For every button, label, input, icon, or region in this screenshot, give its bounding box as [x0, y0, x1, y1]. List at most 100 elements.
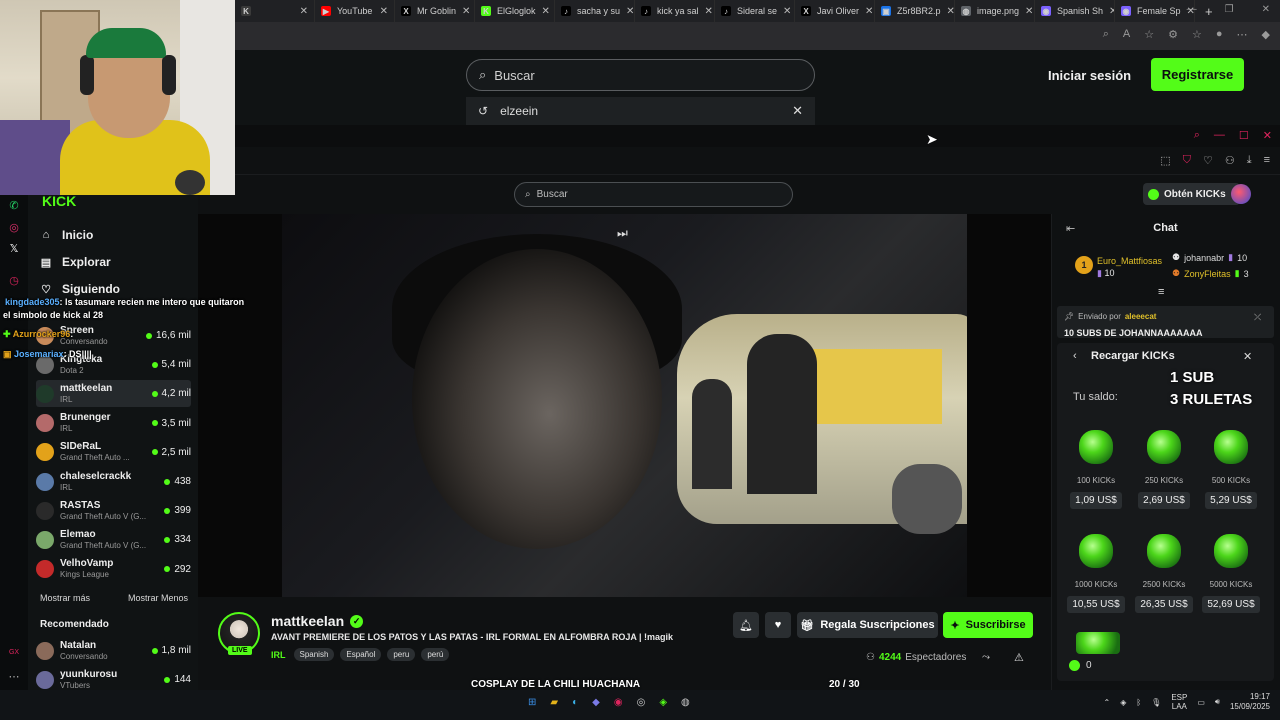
opera-icon[interactable]: ◉ — [614, 697, 623, 708]
browser-tab[interactable]: ♪ sacha y su ✕ — [555, 0, 635, 22]
gift-subs-button[interactable]: 🎁︎ Regala Suscripciones — [797, 612, 938, 638]
unpin-icon[interactable]: ⤫ — [1254, 312, 1261, 323]
clock-icon[interactable]: ◷ — [7, 274, 21, 287]
channel-row[interactable]: VelhoVamp Kings League 292 — [36, 556, 191, 583]
tag[interactable]: Spanish — [293, 648, 335, 661]
browser-tab[interactable]: ▣ Z5r8BR2.p ✕ — [875, 0, 955, 22]
close-tab-icon[interactable]: ✕ — [865, 6, 873, 17]
leaderboard-entry[interactable]: ⚉ ZonyFleitas ▮ 3 — [1172, 268, 1249, 279]
app-icon[interactable]: ◎ — [637, 697, 646, 708]
kick-search-input[interactable]: ⌕ Buscar — [514, 182, 793, 207]
kick-pack[interactable]: 1000 KICKs 10,55 US$ — [1067, 534, 1125, 613]
user-avatar[interactable] — [1231, 184, 1251, 204]
leaderboard-entry[interactable]: ⚉ johannabr ▮ 10 — [1172, 252, 1247, 263]
kick-pack[interactable]: 100 KICKs 1,09 US$ — [1070, 430, 1122, 509]
browser-tab[interactable]: ◉ Female Sp ✕ — [1115, 0, 1195, 22]
mic-icon[interactable]: 🎙︎ — [1151, 698, 1161, 707]
browser-tab[interactable]: K ✕ — [235, 0, 315, 22]
language-indicator[interactable]: ESP LAA — [1171, 693, 1187, 711]
remove-suggestion-icon[interactable]: ✕ — [792, 103, 803, 119]
channel-row[interactable]: Natalan Conversando 1,8 mil — [36, 637, 191, 664]
close-tab-icon[interactable]: ✕ — [462, 6, 470, 17]
gx-icon[interactable]: GX — [7, 649, 21, 656]
account-icon[interactable]: ⚇ — [1225, 154, 1235, 167]
report-icon[interactable]: ⚠ — [1014, 651, 1024, 664]
search-icon[interactable]: ⌕ — [1194, 129, 1200, 142]
show-more-link[interactable]: Mostrar más — [40, 593, 90, 603]
screenshot-icon[interactable]: ⬚ — [1160, 154, 1170, 167]
channel-row[interactable]: Elemao Grand Theft Auto V (G... 334 — [36, 526, 191, 553]
browser-tab[interactable]: X Javi Oliver ✕ — [795, 0, 875, 22]
kick-logo[interactable]: KICK — [42, 193, 76, 209]
sidebar-nav-siguiendo[interactable]: ♡ Siguiendo — [40, 282, 120, 296]
close-tab-icon[interactable]: ✕ — [542, 6, 550, 17]
close-tab-icon[interactable]: ✕ — [380, 6, 388, 17]
close-tab-icon[interactable]: ✕ — [1025, 6, 1033, 17]
collections-icon[interactable]: ☆ — [1192, 28, 1202, 41]
app-icon[interactable]: ◆ — [592, 697, 600, 708]
outer-search-input[interactable]: ⌕ Buscar — [466, 59, 815, 91]
clock[interactable]: 19:17 15/09/2025 — [1230, 692, 1270, 712]
instagram-icon[interactable]: ◎ — [7, 221, 21, 234]
more-icon[interactable]: ⋯ — [7, 670, 21, 683]
close-icon[interactable]: ✕ — [1262, 4, 1270, 15]
minimize-icon[interactable]: — — [1187, 4, 1197, 15]
follow-button[interactable]: ♥ — [765, 612, 791, 638]
pack-price[interactable]: 26,35 US$ — [1135, 596, 1193, 613]
sidebar-nav-inicio[interactable]: ⌂ Inicio — [40, 228, 94, 242]
channel-row[interactable]: mattkeelan IRL 4,2 mil — [36, 380, 191, 408]
channel-row[interactable]: RASTAS Grand Theft Auto V (G... 399 — [36, 497, 191, 524]
video-frame[interactable] — [282, 214, 967, 597]
register-button[interactable]: Registrarse — [1151, 58, 1244, 91]
shield-icon[interactable]: ⛉ — [1183, 154, 1191, 167]
display-icon[interactable]: ▭ — [1197, 698, 1205, 707]
windows-start-icon[interactable]: ⊞ — [528, 697, 536, 708]
zoom-icon[interactable]: ⌕ — [1103, 28, 1109, 41]
extensions-icon[interactable]: ⚙ — [1168, 28, 1178, 41]
search-suggestion[interactable]: ↺ elzeein ✕ — [466, 97, 815, 125]
browser-tab[interactable]: ◉Spanish Sh✕ — [1035, 0, 1115, 22]
close-icon[interactable]: ✕ — [1243, 350, 1252, 363]
kick-pack[interactable]: 500 KICKs 5,29 US$ — [1205, 430, 1257, 509]
favorite-star-icon[interactable]: ☆ — [1144, 28, 1154, 41]
channel-row[interactable]: chaleselcrackk IRL 438 — [36, 468, 191, 495]
close-tab-icon[interactable]: ✕ — [947, 6, 954, 17]
heart-icon[interactable]: ♡ — [1203, 154, 1213, 167]
browser-tab[interactable]: ◍ image.png ✕ — [955, 0, 1035, 22]
streamer-name[interactable]: mattkeelan ✓ — [271, 613, 364, 629]
whatsapp-icon[interactable]: ✆ — [7, 199, 21, 212]
close-icon[interactable]: ✕ — [1263, 129, 1272, 142]
menu-icon[interactable]: ≡ — [1264, 154, 1270, 167]
get-kicks-button[interactable]: Obtén KICKs — [1143, 183, 1240, 205]
kick-pack[interactable]: 5000 KICKs 52,69 US$ — [1202, 534, 1260, 613]
more-icon[interactable]: ⋯ — [1237, 28, 1248, 41]
download-icon[interactable]: ⤓ — [1247, 154, 1252, 167]
edge-icon[interactable]: ◐ — [572, 697, 578, 708]
close-tab-icon[interactable]: ✕ — [626, 6, 634, 17]
chevron-up-icon[interactable]: ⌃ — [1104, 698, 1111, 707]
pack-price[interactable]: 52,69 US$ — [1202, 596, 1260, 613]
x-icon[interactable]: 𝕏 — [7, 242, 21, 255]
copilot-icon[interactable]: ◆ — [1262, 28, 1270, 41]
channel-row[interactable]: Brunenger IRL 3,5 mil — [36, 410, 191, 437]
close-tab-icon[interactable]: ✕ — [300, 6, 308, 17]
channel-row[interactable]: SIDeRaL Grand Theft Auto ... 2,5 mil — [36, 439, 191, 466]
tag[interactable]: perú — [421, 648, 450, 661]
back-icon[interactable]: ‹ — [1073, 350, 1077, 362]
leaderboard-entry[interactable]: Euro_Mattfiosas ▮ 10 — [1097, 256, 1162, 279]
file-explorer-icon[interactable]: ▰ — [550, 697, 558, 708]
maximize-icon[interactable]: ❐ — [1225, 4, 1234, 15]
pack-price[interactable]: 1,09 US$ — [1070, 492, 1122, 509]
tag[interactable]: peru — [387, 648, 416, 661]
network-icon[interactable]: ◈ — [1120, 698, 1126, 707]
skip-forward-icon[interactable]: ⏭ — [617, 226, 628, 241]
app-icon[interactable]: ◍ — [681, 697, 690, 708]
notify-button[interactable]: 🔔︎ — [733, 612, 759, 638]
login-button[interactable]: Iniciar sesión — [1040, 62, 1139, 88]
close-tab-icon[interactable]: ✕ — [783, 6, 791, 17]
read-aloud-icon[interactable]: A — [1123, 28, 1130, 41]
browser-tab[interactable]: X Mr Goblin ✕ — [395, 0, 475, 22]
kick-pack[interactable]: 2500 KICKs 26,35 US$ — [1135, 534, 1193, 613]
maximize-icon[interactable]: ☐ — [1239, 129, 1249, 142]
show-less-link[interactable]: Mostrar Menos — [128, 593, 188, 603]
